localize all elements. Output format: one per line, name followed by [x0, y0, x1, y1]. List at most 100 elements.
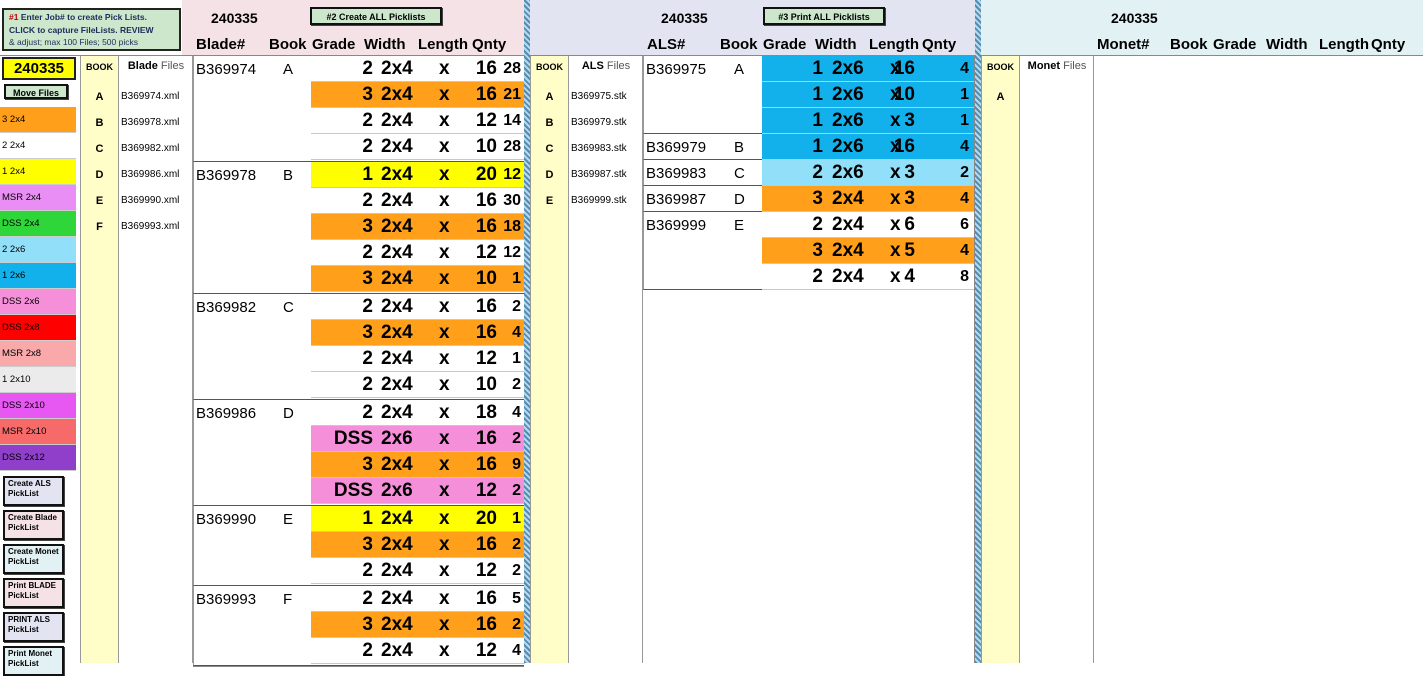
als-qnty: 4: [960, 60, 969, 77]
blade-length: 16: [475, 216, 497, 237]
als-col-book: Book: [720, 36, 758, 53]
blade-qnty: 12: [503, 166, 521, 183]
legend-item: 1 2x6: [0, 263, 76, 289]
als-width: 2x6: [832, 84, 864, 105]
blade-qnty: 12: [503, 244, 521, 261]
blade-x-separator: x: [439, 402, 450, 423]
blade-pick-row: 3 2x4 x 16 9: [311, 452, 525, 478]
blade-file-name[interactable]: B369974.xml: [119, 84, 193, 110]
blade-qnty: 2: [512, 536, 521, 553]
blade-width: 2x4: [381, 296, 413, 317]
als-group: B369975 A 1 2x6 x 16 4 1 2x6 x 10 1 1 2x6 x 3 1: [643, 56, 975, 134]
blade-pick-row: 2 2x4 x 16 28: [311, 56, 525, 82]
als-x-separator: x: [890, 110, 901, 131]
blade-qnty: 2: [512, 562, 521, 579]
blade-x-separator: x: [439, 84, 450, 105]
side-picklist-button[interactable]: Create Blade PickList: [3, 510, 64, 540]
blade-width: 2x4: [381, 110, 413, 131]
side-picklist-button[interactable]: Print Monet PickList: [3, 646, 64, 676]
blade-file-name[interactable]: B369993.xml: [119, 214, 193, 240]
blade-grade: 2: [362, 58, 373, 79]
blade-qnty: 9: [512, 456, 521, 473]
als-pick-row: 1 2x6 x 16 4: [762, 134, 975, 160]
als-grade: 1: [812, 84, 823, 105]
blade-grade: 2: [362, 190, 373, 211]
monet-files-column: [1020, 56, 1094, 663]
blade-group: B369990 E 1 2x4 x 20 1 3 2x4 x 16 2 2 2x4 x 12 2: [193, 506, 525, 586]
blade-file-name[interactable]: B369982.xml: [119, 136, 193, 162]
blade-pick-row: 3 2x4 x 16 2: [311, 532, 525, 558]
job-number-input[interactable]: 240335: [2, 57, 76, 80]
blade-pick-row: 3 2x4 x 16 4: [311, 320, 525, 346]
blade-width: 2x4: [381, 560, 413, 581]
side-picklist-button[interactable]: Create ALS PickList: [3, 476, 64, 506]
blade-book-letter: C: [95, 143, 104, 155]
als-file-name[interactable]: B369999.stk: [569, 188, 643, 214]
blade-qnty: 2: [512, 376, 521, 393]
blade-pick-row: 2 2x4 x 12 2: [311, 558, 525, 584]
als-file-name[interactable]: B369979.stk: [569, 110, 643, 136]
blade-group-id: B369990: [196, 511, 257, 528]
blade-qnty: 1: [512, 510, 521, 527]
als-group: B369999 E 2 2x4 x 6 6 3 2x4 x 5 4 2 2x4 x 4 8: [643, 212, 975, 290]
als-width: 2x6: [832, 58, 864, 79]
als-file-name[interactable]: B369975.stk: [569, 84, 643, 110]
als-file-name[interactable]: B369987.stk: [569, 162, 643, 188]
blade-file-name[interactable]: B369986.xml: [119, 162, 193, 188]
als-grade: 3: [812, 240, 823, 261]
blade-pick-row: 3 2x4 x 16 2: [311, 612, 525, 638]
instructions-note[interactable]: #1 Enter Job# to create Pick Lists. CLIC…: [2, 8, 181, 51]
legend-item: DSS 2x12: [0, 445, 76, 471]
blade-group-book: E: [283, 511, 294, 528]
monet-job-number: 240335: [1111, 10, 1158, 26]
blade-qnty: 14: [503, 112, 521, 129]
blade-length: 20: [475, 164, 497, 185]
blade-grade: 3: [362, 614, 373, 635]
als-job-number: 240335: [661, 10, 708, 26]
move-files-button[interactable]: Move Files: [4, 84, 68, 99]
blade-files-header: Blade Files: [119, 60, 193, 72]
side-picklist-button[interactable]: Print BLADE PickList: [3, 578, 64, 608]
blade-group-id: B369982: [196, 299, 257, 316]
monet-book-header: BOOK: [987, 62, 1014, 72]
als-width: 2x6: [832, 162, 864, 183]
blade-length: 10: [475, 374, 497, 395]
blade-col-width: Width: [364, 36, 406, 53]
blade-pick-row: 1 2x4 x 20 12: [311, 162, 525, 188]
blade-file-name[interactable]: B369978.xml: [119, 110, 193, 136]
als-x-separator: x: [890, 162, 901, 183]
als-file-name[interactable]: B369983.stk: [569, 136, 643, 162]
blade-qnty: 1: [512, 270, 521, 287]
blade-qnty: 5: [512, 590, 521, 607]
blade-grade: 2: [362, 402, 373, 423]
legend-item: MSR 2x4: [0, 185, 76, 211]
blade-length: 12: [475, 480, 497, 501]
blade-grade: 2: [362, 110, 373, 131]
monet-col-book: Book: [1170, 36, 1208, 53]
blade-width: 2x4: [381, 322, 413, 343]
print-all-picklists-button[interactable]: #3 Print ALL Picklists: [763, 7, 885, 25]
blade-book-letter: B: [95, 117, 104, 129]
blade-file-name[interactable]: B369990.xml: [119, 188, 193, 214]
blade-x-separator: x: [439, 508, 450, 529]
monet-col-qnty: Qnty: [1371, 36, 1406, 53]
als-grade: 3: [812, 188, 823, 209]
blade-pick-row: 3 2x4 x 16 21: [311, 82, 525, 108]
als-group-book: E: [734, 217, 745, 234]
als-group-id: B369987: [646, 191, 707, 208]
blade-group-book: B: [283, 167, 294, 184]
blade-x-separator: x: [439, 480, 450, 501]
blade-qnty: 18: [503, 218, 521, 235]
blade-group-book: A: [283, 61, 294, 78]
create-all-picklists-button[interactable]: #2 Create ALL Picklists: [310, 7, 442, 25]
blade-group-id: B369978: [196, 167, 257, 184]
legend-item: 2 2x6: [0, 237, 76, 263]
blade-pick-row: 2 2x4 x 16 5: [311, 586, 525, 612]
blade-x-separator: x: [439, 454, 450, 475]
blade-group: B369986 D 2 2x4 x 18 4 DSS 2x6 x 16 2 3 2x4 x 16 9 DSS 2x6…: [193, 400, 525, 506]
blade-length: 16: [475, 454, 497, 475]
side-picklist-button[interactable]: Create Monet PickList: [3, 544, 64, 574]
side-picklist-button[interactable]: PRINT ALS PickList: [3, 612, 64, 642]
blade-pick-row: 2 2x4 x 12 12: [311, 240, 525, 266]
als-col-length: Length: [869, 36, 919, 53]
